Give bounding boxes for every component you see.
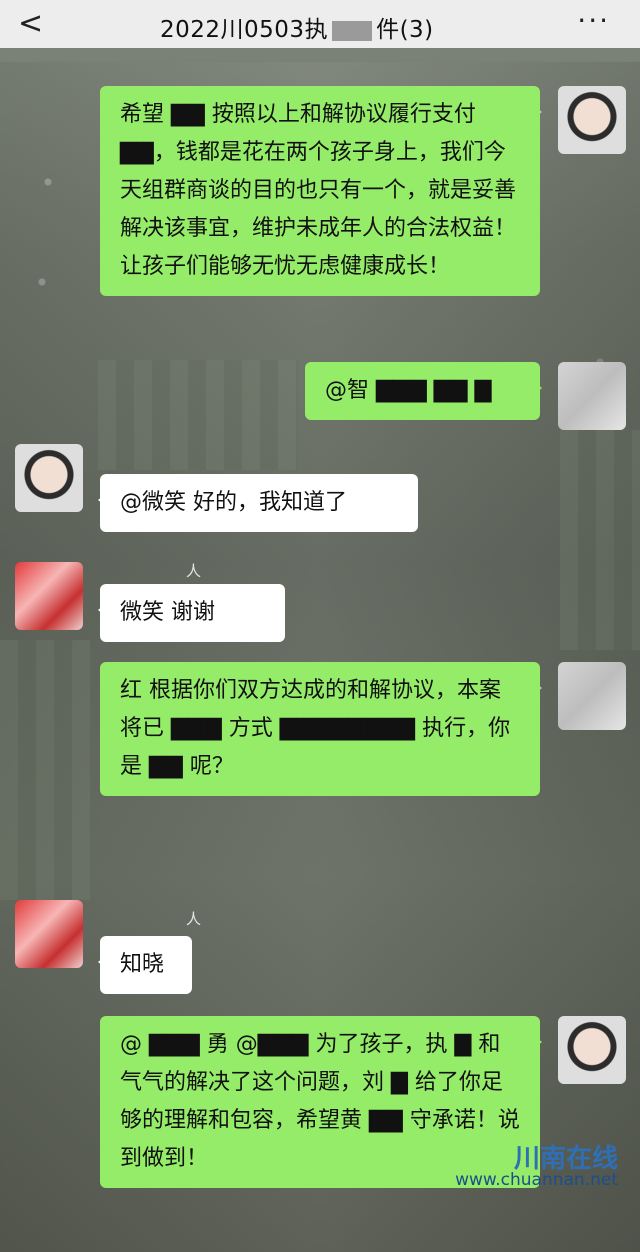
message-bubble[interactable]: 微笑 谢谢: [98, 584, 285, 642]
back-icon[interactable]: <: [18, 6, 43, 41]
message-bubble[interactable]: @ ▇▇▇ 勇 @▇▇▇ 为了孩子，执 ▇ 和气气的解决了这个问题，刘 ▇ 给了…: [100, 1016, 542, 1188]
chat-title: 2022川0503执 件(3): [160, 17, 434, 43]
message-bubble[interactable]: 知晓: [98, 936, 192, 994]
watermark-url: www.chuannan.net: [455, 1170, 618, 1190]
sender-nickname: 人: [186, 910, 202, 928]
message-bubble[interactable]: @微笑 好的，我知道了: [98, 474, 418, 532]
message-bubble[interactable]: 红 根据你们双方达成的和解协议，本案将已 ▇▇▇ 方式 ▇▇▇▇▇▇▇▇ 执行，…: [100, 662, 542, 796]
avatar[interactable]: [558, 1016, 626, 1084]
avatar[interactable]: [558, 362, 626, 430]
avatar[interactable]: [15, 444, 83, 512]
avatar[interactable]: [558, 662, 626, 730]
blurred-area: [560, 430, 640, 650]
message-bubble[interactable]: @智 ▇▇▇ ▇▇ ▇: [305, 362, 542, 420]
blurred-area: [0, 640, 90, 900]
avatar[interactable]: [15, 900, 83, 968]
chat-header: < 2022川0503执 件(3) ···: [0, 0, 640, 48]
avatar[interactable]: [558, 86, 626, 154]
sender-nickname: 人: [186, 562, 202, 580]
avatar[interactable]: [15, 562, 83, 630]
message-bubble[interactable]: 希望 ▇▇ 按照以上和解协议履行支付 ▇▇，钱都是花在两个孩子身上，我们今天组群…: [100, 86, 542, 296]
blurred-area: [98, 360, 298, 470]
more-options-icon[interactable]: ···: [577, 4, 610, 37]
